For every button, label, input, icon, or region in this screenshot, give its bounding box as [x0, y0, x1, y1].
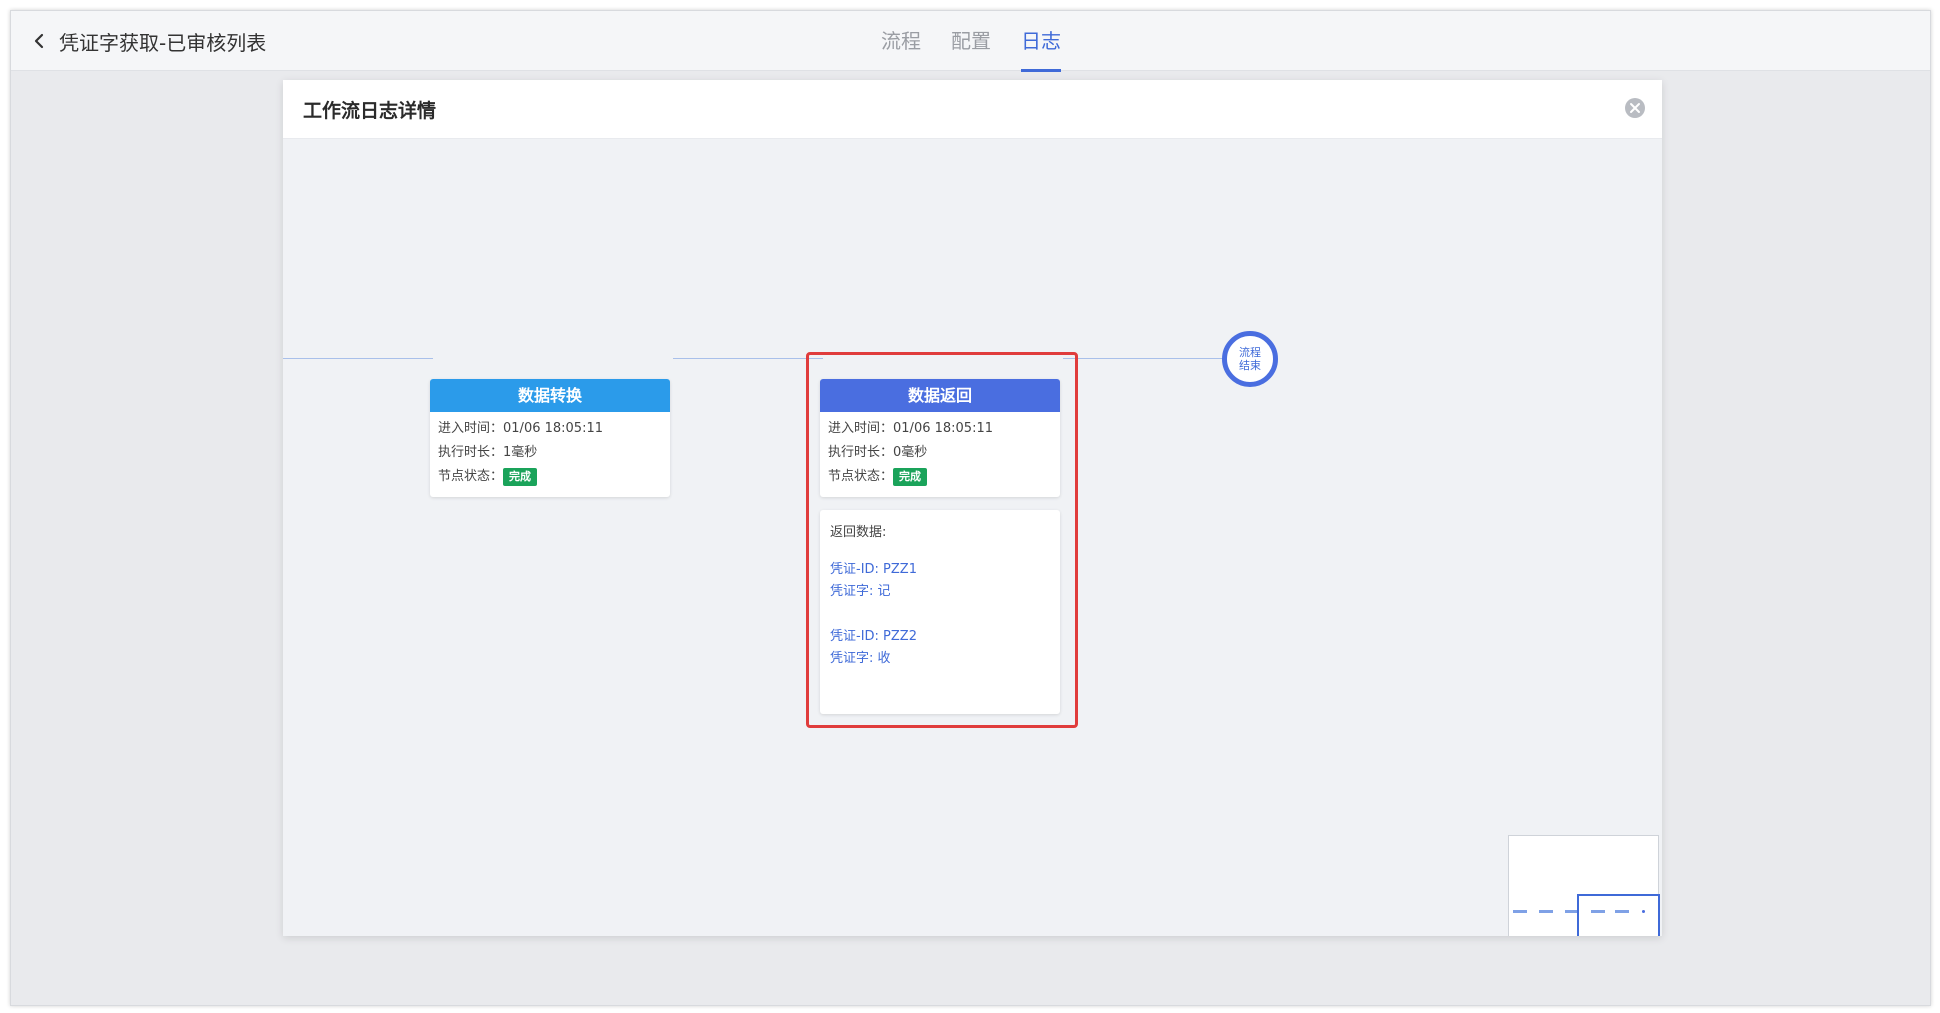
duration-label: 执行时长： [438, 445, 504, 460]
node-data-return[interactable]: 数据返回 进入时间：01/06 18:05:11 执行时长：0毫秒 节点状态：完… [820, 379, 1060, 497]
voucher-word-1: 凭证字: 记 [830, 584, 891, 599]
return-data-panel: 返回数据: 凭证-ID: PZZ1 凭证字: 记 凭证-ID: PZZ2 凭证字… [820, 510, 1060, 714]
tab-log[interactable]: 日志 [1021, 11, 1061, 72]
page-title: 凭证字获取-已审核列表 [59, 30, 267, 55]
voucher-id-1: 凭证-ID: PZZ1 [830, 562, 917, 577]
status-label: 节点状态： [438, 469, 504, 484]
return-data-label: 返回数据: [830, 525, 887, 540]
close-icon[interactable] [1624, 97, 1646, 119]
top-header: 凭证字获取-已审核列表 流程 配置 日志 [11, 11, 1930, 72]
status-badge: 完成 [503, 467, 538, 486]
edge-transform-to-return [673, 358, 823, 359]
enter-time-value: 01/06 18:05:11 [503, 421, 603, 436]
enter-time-value: 01/06 18:05:11 [893, 421, 993, 436]
workflow-canvas[interactable]: 数据转换 进入时间：01/06 18:05:11 执行时长：1毫秒 节点状态：完… [283, 138, 1662, 936]
end-node-line1: 流程 [1239, 346, 1261, 359]
node-data-transform[interactable]: 数据转换 进入时间：01/06 18:05:11 执行时长：1毫秒 节点状态：完… [430, 379, 670, 497]
duration-label: 执行时长： [828, 445, 894, 460]
log-detail-dialog: 工作流日志详情 数据转换 进入时间：01/06 18:05:11 执行时长：1毫… [283, 80, 1662, 936]
node-header: 数据转换 [430, 379, 670, 412]
enter-time-label: 进入时间： [438, 421, 504, 436]
dialog-title: 工作流日志详情 [303, 100, 437, 122]
status-badge: 完成 [893, 467, 928, 486]
flow-end-node[interactable]: 流程 结束 [1222, 331, 1278, 387]
duration-value: 0毫秒 [893, 445, 928, 460]
back-button[interactable]: 凭证字获取-已审核列表 [31, 27, 266, 55]
tab-flow[interactable]: 流程 [881, 11, 921, 71]
app-window: 凭证字获取-已审核列表 流程 配置 日志 工作流日志详情 数据转换 进入时间：0… [10, 10, 1931, 1006]
tab-bar: 流程 配置 日志 [881, 11, 1091, 72]
minimap-viewport[interactable] [1577, 894, 1660, 936]
duration-value: 1毫秒 [503, 445, 538, 460]
voucher-id-2: 凭证-ID: PZZ2 [830, 629, 917, 644]
minimap-node [1539, 910, 1553, 913]
voucher-word-2: 凭证字: 收 [830, 651, 891, 666]
status-label: 节点状态： [828, 469, 894, 484]
dialog-header: 工作流日志详情 [283, 80, 1662, 139]
edge-incoming [283, 358, 433, 359]
chevron-left-icon [34, 33, 44, 49]
enter-time-label: 进入时间： [828, 421, 894, 436]
tab-config[interactable]: 配置 [951, 11, 991, 71]
minimap[interactable] [1508, 835, 1660, 936]
node-header: 数据返回 [820, 379, 1060, 412]
end-node-line2: 结束 [1239, 359, 1261, 372]
minimap-node [1513, 910, 1527, 913]
